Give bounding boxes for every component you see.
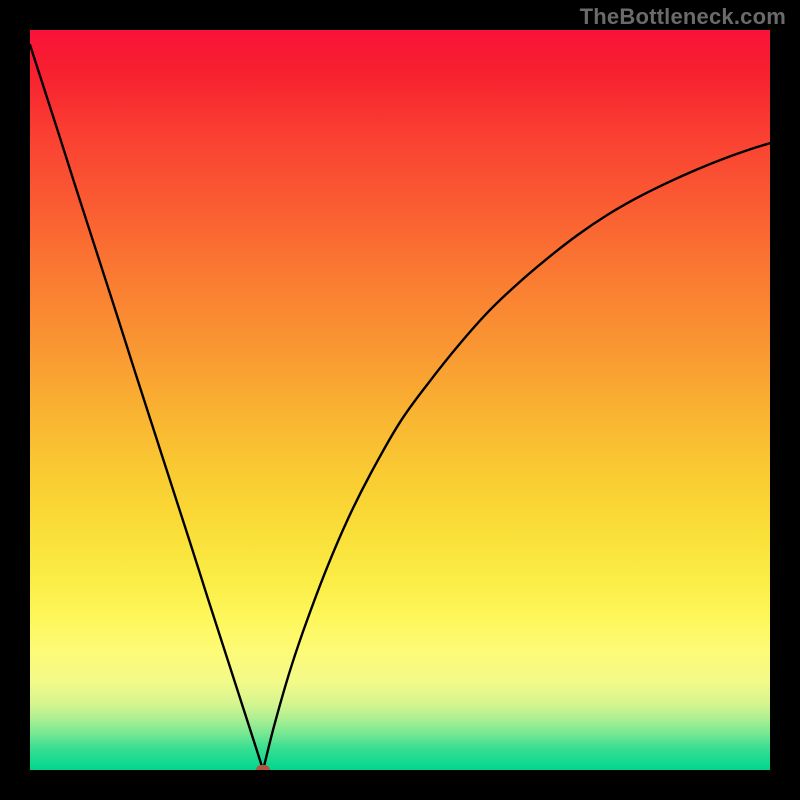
optimal-point-marker — [256, 765, 270, 770]
curve-path — [30, 45, 770, 770]
chart-frame: TheBottleneck.com — [0, 0, 800, 800]
bottleneck-curve — [30, 30, 770, 770]
watermark-text: TheBottleneck.com — [580, 4, 786, 30]
plot-area — [30, 30, 770, 770]
